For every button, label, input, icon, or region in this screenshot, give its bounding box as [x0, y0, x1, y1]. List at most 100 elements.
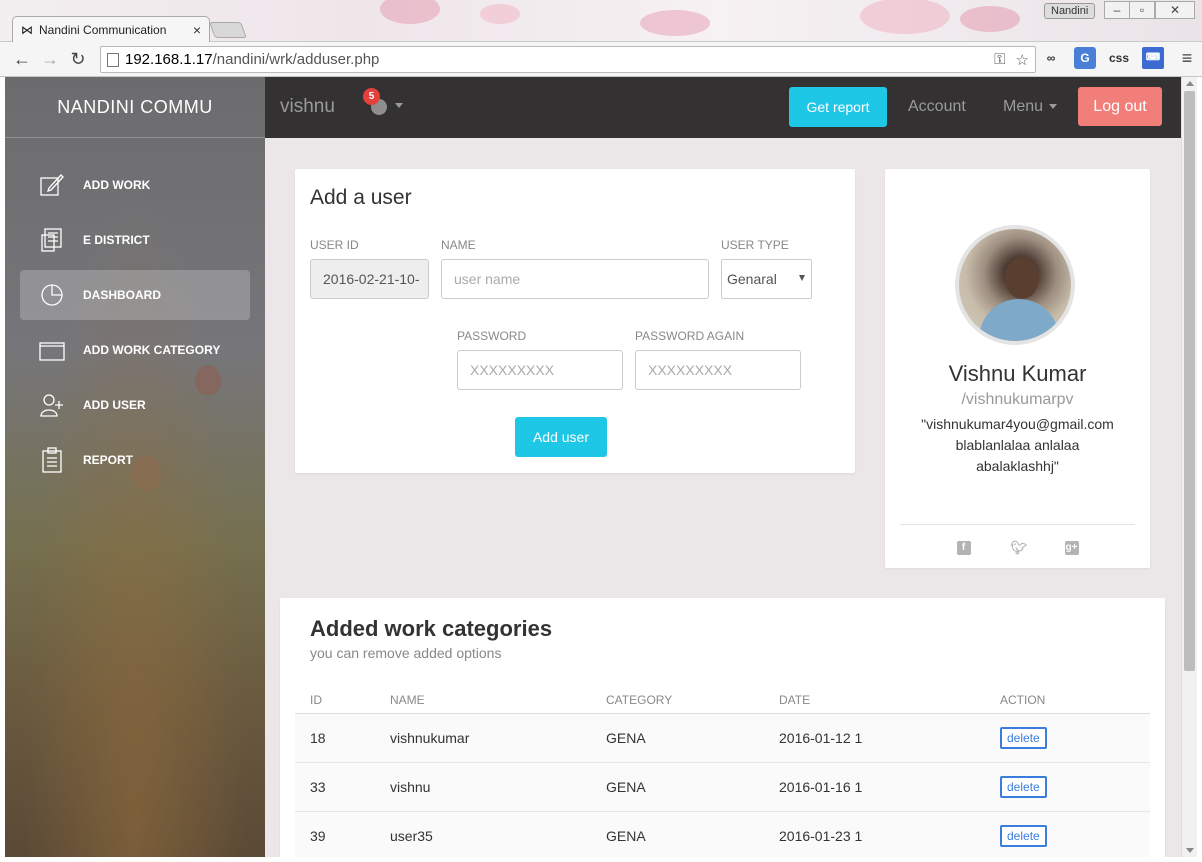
- table-subtitle: you can remove added options: [310, 645, 502, 661]
- password-label: PASSWORD: [457, 329, 527, 343]
- address-bar[interactable]: 192.168.1.17/nandini/wrk/adduser.php ⚿ ☆: [100, 46, 1036, 73]
- twitter-icon[interactable]: 🐦︎: [1011, 541, 1028, 555]
- top-navbar: vishnu 5 Get report Account Menu Log out: [265, 77, 1181, 138]
- divider: [900, 524, 1135, 525]
- chevron-down-icon: [1049, 104, 1058, 110]
- cell-date: 2016-01-16 1: [779, 779, 863, 795]
- sidebar-item-label: E DISTRICT: [83, 233, 150, 247]
- chevron-down-icon[interactable]: [395, 103, 403, 108]
- folder-icon: [38, 336, 66, 364]
- name-input[interactable]: user name: [441, 259, 709, 299]
- google-plus-icon[interactable]: g+: [1064, 541, 1079, 555]
- close-window-button[interactable]: ✕: [1155, 1, 1195, 19]
- pie-chart-icon: [38, 281, 66, 309]
- page-icon: [107, 52, 119, 67]
- column-header: ID: [310, 692, 322, 707]
- profile-card: Vishnu Kumar /vishnukumarpv "vishnukumar…: [885, 169, 1150, 568]
- browser-tab[interactable]: ⋈ Nandini Communication ×: [12, 16, 210, 42]
- sidebar-item-label: REPORT: [83, 453, 134, 467]
- css-extension-icon[interactable]: css: [1108, 47, 1130, 69]
- menu-label: Menu: [1003, 98, 1044, 115]
- delete-button[interactable]: delete: [1000, 727, 1047, 749]
- sidebar-item-e-district[interactable]: E DISTRICT: [20, 215, 250, 265]
- minimize-button[interactable]: –: [1104, 1, 1130, 19]
- cell-date: 2016-01-12 1: [779, 730, 863, 746]
- sidebar-item-dashboard[interactable]: DASHBOARD: [20, 270, 250, 320]
- column-header: NAME: [390, 692, 425, 707]
- tab-title: Nandini Communication: [39, 22, 167, 37]
- table-row: 18 vishnukumar GENA 2016-01-12 1 delete: [295, 714, 1150, 763]
- sidebar-item-report[interactable]: REPORT: [20, 435, 250, 485]
- user-id-label: USER ID: [310, 238, 359, 252]
- add-user-card: Add a user USER ID 2016-02-21-10- NAME u…: [295, 169, 855, 473]
- floral-decoration: [480, 4, 520, 24]
- new-tab-button[interactable]: [209, 22, 247, 38]
- bookmark-star-icon[interactable]: ☆: [1016, 51, 1029, 69]
- column-header: DATE: [779, 692, 811, 707]
- key-icon[interactable]: ⚿: [994, 51, 1005, 69]
- sidebar: NANDINI COMMU ADD WORK E DISTRICT DASHBO…: [5, 77, 265, 857]
- scroll-up-icon[interactable]: [1186, 81, 1194, 86]
- back-icon[interactable]: ←: [10, 48, 34, 70]
- user-type-label: USER TYPE: [721, 238, 789, 252]
- clipboard-icon: [38, 446, 66, 474]
- dropdown-arrow-icon: [799, 275, 805, 281]
- sidebar-menu: ADD WORK E DISTRICT DASHBOARD ADD WORK C…: [20, 160, 250, 490]
- work-categories-card: Added work categories you can remove add…: [280, 598, 1165, 857]
- window-user-badge: Nandini: [1044, 3, 1096, 19]
- brand-title: NANDINI COMMU: [5, 77, 265, 138]
- scrollbar-thumb[interactable]: [1184, 91, 1195, 671]
- cell-name: vishnukumar: [390, 730, 470, 746]
- menu-dropdown[interactable]: Menu: [1003, 98, 1058, 116]
- avatar: [955, 225, 1075, 345]
- browser-toolbar: ← → ↻ 192.168.1.17/nandini/wrk/adduser.p…: [0, 42, 1202, 77]
- cell-category: GENA: [606, 730, 646, 746]
- cell-name: vishnu: [390, 779, 431, 795]
- keyboard-extension-icon[interactable]: ⌨: [1142, 47, 1164, 69]
- maximize-button[interactable]: ▫: [1129, 1, 1155, 19]
- scroll-down-icon[interactable]: [1186, 848, 1194, 853]
- cell-category: GENA: [606, 779, 646, 795]
- table-row: 33 vishnu GENA 2016-01-16 1 delete: [295, 763, 1150, 812]
- table-row: 39 user35 GENA 2016-01-23 1 delete: [295, 812, 1150, 857]
- main-content: Add a user USER ID 2016-02-21-10- NAME u…: [265, 138, 1181, 857]
- cell-name: user35: [390, 828, 433, 844]
- extension-glasses-icon[interactable]: ∞: [1040, 47, 1062, 69]
- sidebar-item-add-work-category[interactable]: ADD WORK CATEGORY: [20, 325, 250, 375]
- floral-decoration: [860, 0, 950, 34]
- user-type-select[interactable]: Genaral: [721, 259, 812, 299]
- delete-button[interactable]: delete: [1000, 825, 1047, 847]
- sidebar-item-label: ADD WORK: [83, 178, 151, 192]
- google-translate-icon[interactable]: G: [1074, 47, 1096, 69]
- forward-icon[interactable]: →: [38, 48, 62, 70]
- password-input[interactable]: XXXXXXXXX: [457, 350, 623, 390]
- get-report-button[interactable]: Get report: [789, 87, 887, 127]
- logout-button[interactable]: Log out: [1078, 87, 1162, 126]
- reload-icon[interactable]: ↻: [66, 48, 90, 70]
- password-again-label: PASSWORD AGAIN: [635, 329, 745, 343]
- add-user-icon: [38, 391, 66, 419]
- browser-menu-icon[interactable]: ≡: [1176, 47, 1198, 69]
- page-scrollbar[interactable]: [1181, 77, 1197, 857]
- sidebar-item-add-user[interactable]: ADD USER: [20, 380, 250, 430]
- floral-decoration: [640, 10, 710, 36]
- password-again-input[interactable]: XXXXXXXXX: [635, 350, 801, 390]
- account-link[interactable]: Account: [908, 98, 966, 116]
- profile-name: Vishnu Kumar: [948, 361, 1087, 386]
- cell-category: GENA: [606, 828, 646, 844]
- facebook-icon[interactable]: f: [956, 541, 971, 555]
- bowtie-icon: ⋈: [21, 22, 33, 37]
- delete-button[interactable]: delete: [1000, 776, 1047, 798]
- sidebar-item-label: ADD USER: [83, 398, 146, 412]
- table-header: ID NAME CATEGORY DATE ACTION: [295, 686, 1150, 714]
- form-title: Add a user: [310, 186, 412, 209]
- add-user-button[interactable]: Add user: [515, 417, 607, 457]
- cell-id: 33: [310, 779, 326, 795]
- url-host: 192.168.1.17: [125, 51, 213, 68]
- table-title: Added work categories: [310, 616, 553, 641]
- close-tab-icon[interactable]: ×: [193, 22, 201, 38]
- sidebar-item-label: ADD WORK CATEGORY: [83, 343, 221, 357]
- notification-badge[interactable]: 5: [363, 88, 380, 105]
- sidebar-item-add-work[interactable]: ADD WORK: [20, 160, 250, 210]
- profile-handle: /vishnukumarpv: [961, 391, 1074, 408]
